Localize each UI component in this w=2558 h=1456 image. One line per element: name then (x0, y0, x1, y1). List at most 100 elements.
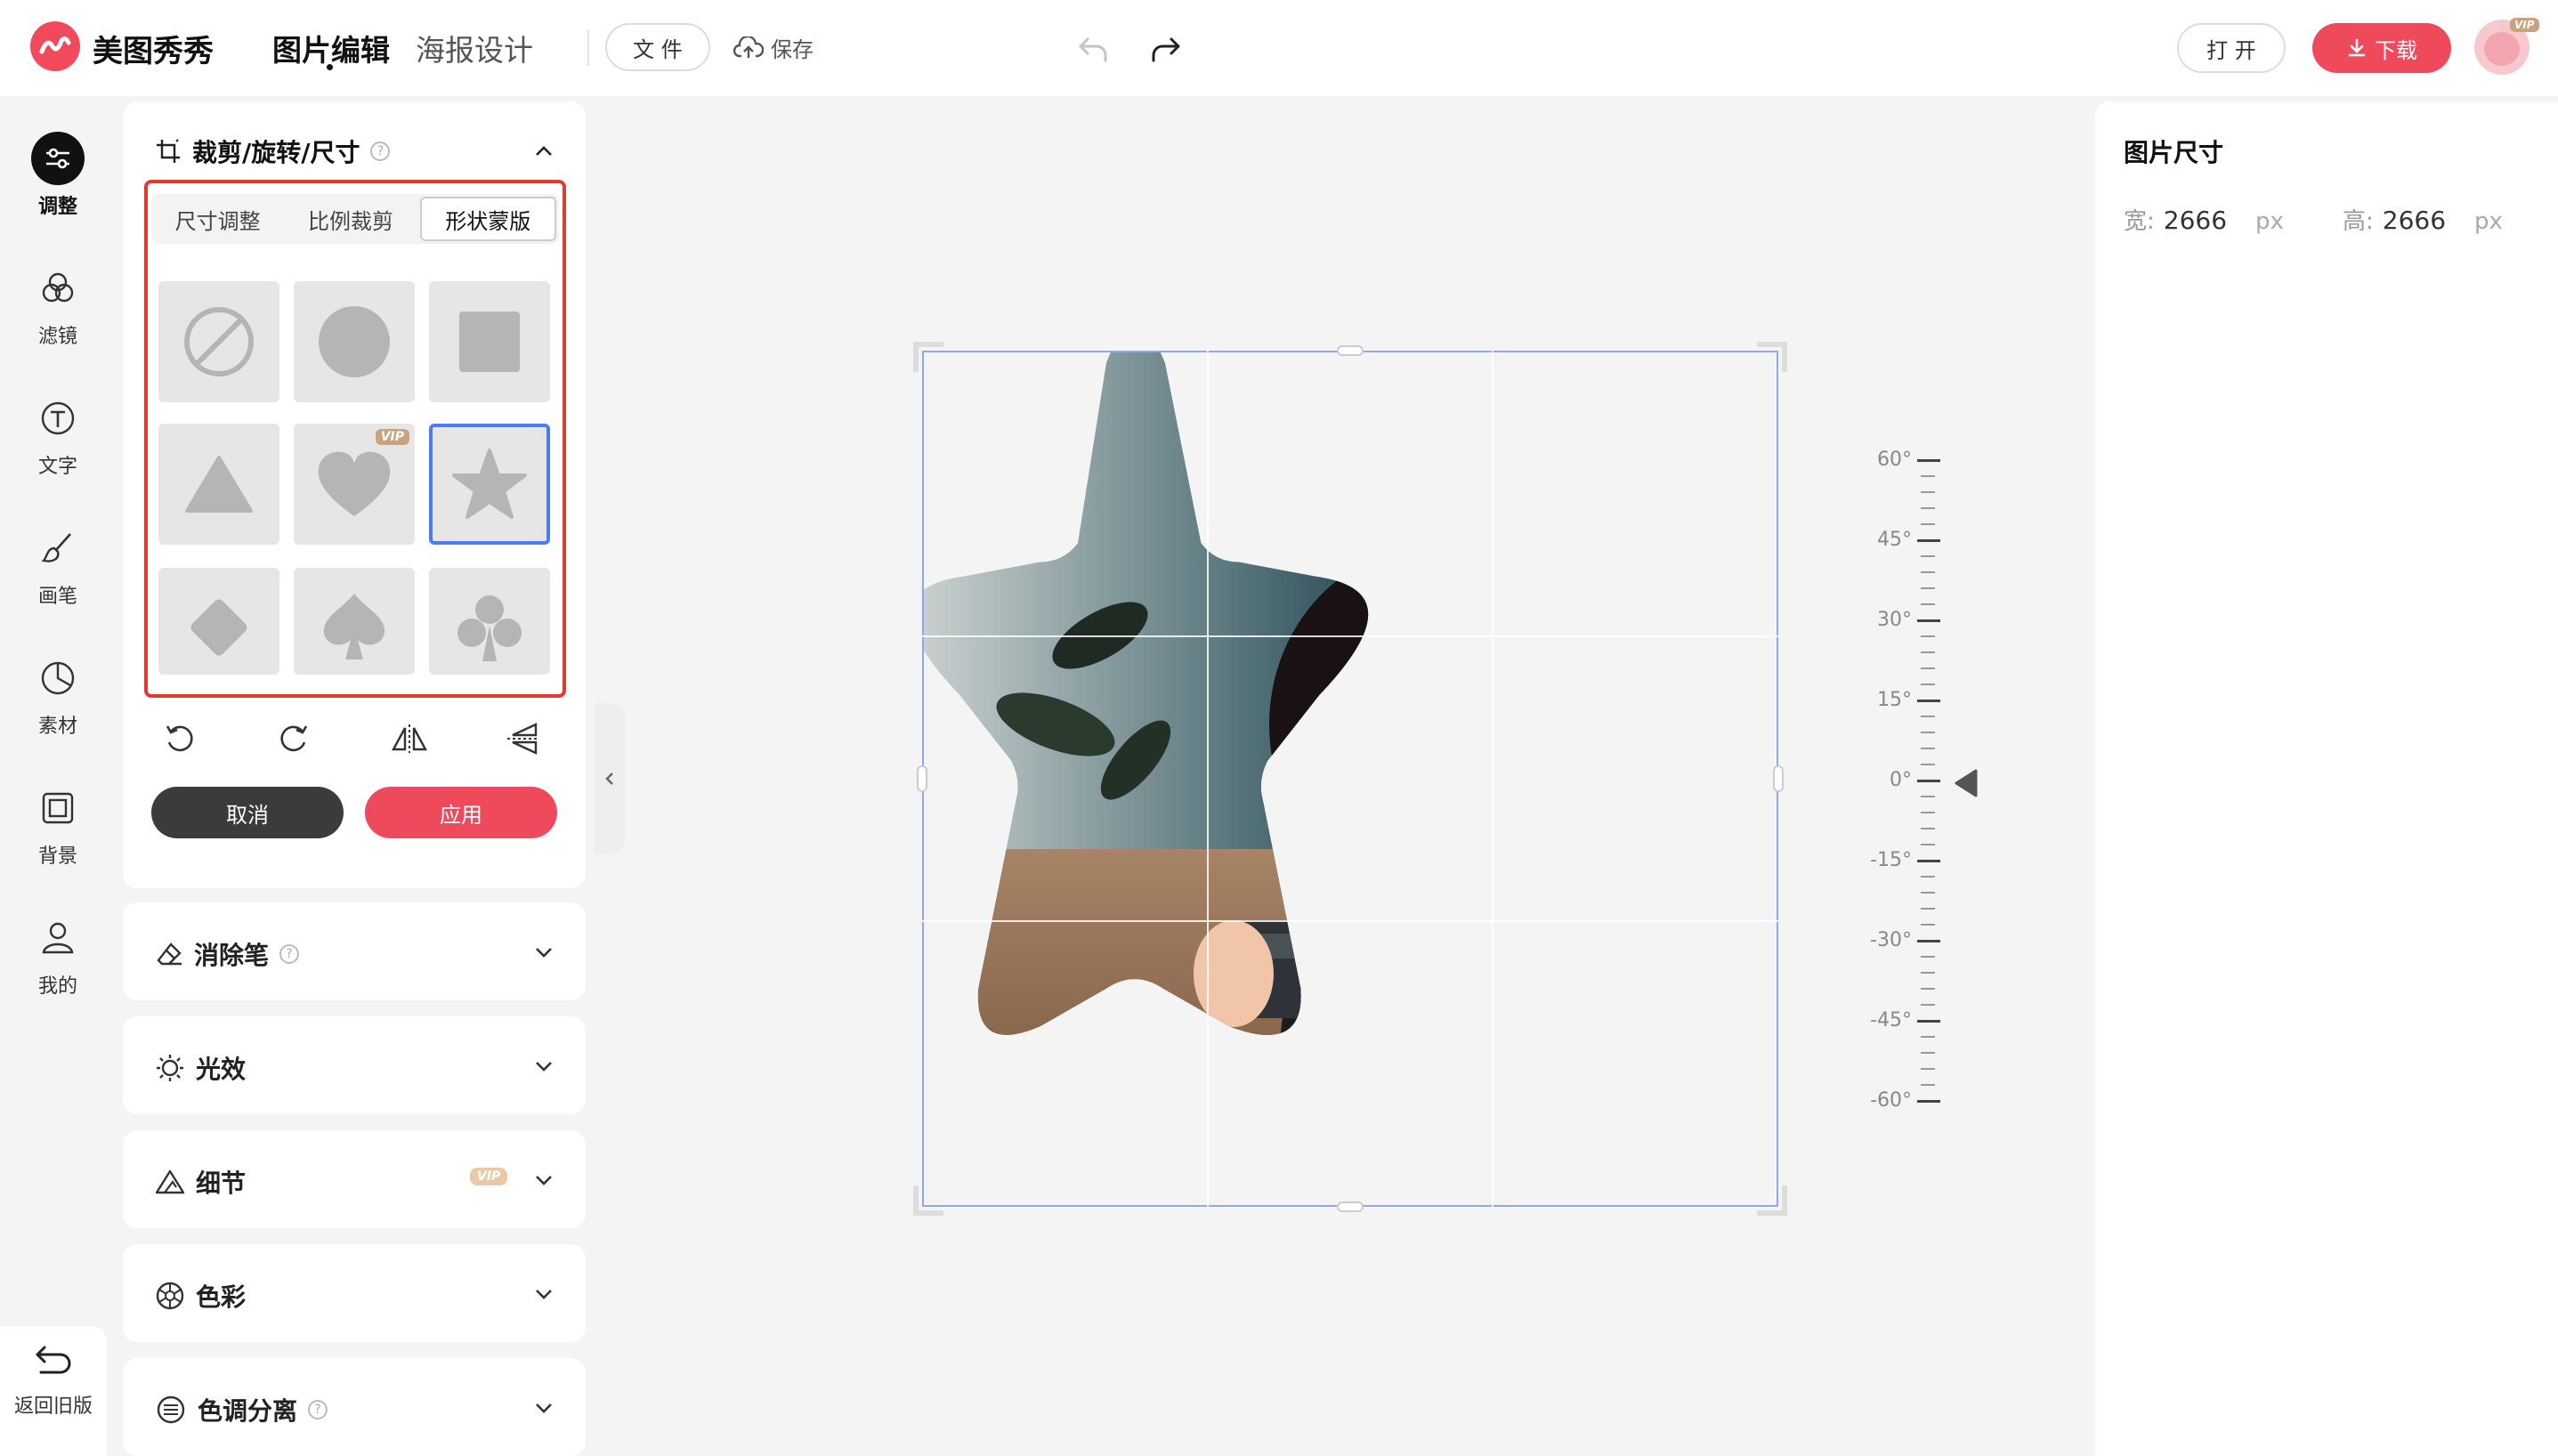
crop-handle-left[interactable] (917, 765, 927, 792)
chevron-up-icon[interactable] (532, 142, 555, 160)
shape-square[interactable] (429, 281, 550, 402)
height-unit: px (2474, 208, 2503, 235)
download-button[interactable]: 下载 (2312, 23, 2451, 73)
file-button[interactable]: 文 件 (605, 23, 710, 71)
rail-label: 素材 (37, 716, 77, 738)
split-tone-icon (157, 1395, 185, 1424)
shape-diamond[interactable] (158, 568, 279, 675)
crop-panel-header[interactable]: 裁剪/旋转/尺寸 ? (155, 133, 391, 169)
logo-icon[interactable] (30, 21, 80, 71)
shape-star[interactable] (429, 424, 550, 545)
chevron-left-icon (605, 772, 613, 785)
diamond-icon (190, 599, 247, 656)
background-icon (31, 781, 85, 835)
accordion-title: 消除笔 (194, 941, 270, 970)
brand-name[interactable]: 美图秀秀 (93, 27, 214, 70)
height-value[interactable]: 2666 (2383, 206, 2446, 235)
rotation-ruler[interactable]: 60° 45° 30° 15° 0° -15° -30° -45° -60° (1853, 445, 1995, 1121)
crop-handle-bottom[interactable] (1337, 1201, 1364, 1212)
shape-none[interactable] (158, 281, 279, 402)
rail-item-adjust[interactable]: 调整 (0, 132, 116, 219)
help-icon[interactable]: ? (308, 1400, 328, 1420)
rail-item-background[interactable]: 背景 (0, 781, 116, 869)
crop-handle-top-right[interactable] (1757, 342, 1787, 372)
rail-item-sticker[interactable]: 素材 (0, 651, 116, 739)
height-field[interactable]: 高: 2666 px (2343, 203, 2503, 236)
sticker-icon (31, 651, 85, 705)
apply-button[interactable]: 应用 (365, 787, 557, 838)
flip-horizontal-icon[interactable] (388, 717, 431, 760)
circle-icon (319, 306, 390, 377)
shape-spade[interactable] (294, 568, 415, 675)
rotate-right-icon[interactable] (272, 717, 315, 760)
redo-icon[interactable] (1148, 30, 1184, 69)
cancel-button[interactable]: 取消 (151, 787, 344, 838)
help-icon[interactable]: ? (279, 944, 300, 964)
back-old-label: 返回旧版 (13, 1395, 93, 1418)
rotate-left-icon[interactable] (158, 717, 201, 760)
width-unit: px (2255, 208, 2284, 235)
rail-item-text[interactable]: 文字 (0, 392, 116, 479)
back-to-old-version-button[interactable]: 返回旧版 (0, 1326, 107, 1456)
crop-tabs: 尺寸调整 比例裁剪 形状蒙版 (151, 194, 559, 244)
accordion-color[interactable]: 色彩 (123, 1244, 586, 1342)
rotation-pointer-icon[interactable] (1953, 768, 1979, 798)
rail-item-filter[interactable]: 滤镜 (0, 262, 116, 349)
crop-handle-top-left[interactable] (913, 342, 943, 372)
open-button[interactable]: 打 开 (2177, 23, 2286, 73)
chevron-down-icon (536, 1062, 552, 1072)
ruler-tick (1917, 940, 1940, 942)
shape-triangle[interactable] (158, 424, 279, 545)
undo-icon[interactable] (1075, 30, 1111, 69)
rail-item-mine[interactable]: 我的 (0, 911, 116, 999)
accordion-split-tone[interactable]: 色调分离 ? (123, 1358, 586, 1456)
image-size-title: 图片尺寸 (2124, 138, 2224, 167)
crop-handle-top[interactable] (1337, 345, 1364, 356)
nav-image-edit[interactable]: 图片编辑 (272, 27, 390, 69)
save-button[interactable]: 保存 (733, 32, 814, 63)
shape-heart[interactable]: VIP (294, 424, 415, 545)
accordion-eraser[interactable]: 消除笔 ? (123, 902, 586, 1000)
collapse-panel-button[interactable] (595, 703, 625, 854)
rail-label: 调整 (37, 196, 77, 218)
ruler-label: 15° (1877, 689, 1912, 711)
nav-poster-design[interactable]: 海报设计 (416, 27, 533, 69)
ruler-label: -30° (1870, 929, 1912, 951)
crop-frame[interactable] (922, 351, 1778, 1207)
help-icon[interactable]: ? (370, 142, 391, 161)
accordion-title: 光效 (196, 1055, 247, 1084)
color-icon (156, 1282, 184, 1310)
accordion-detail[interactable]: 细节 VIP (123, 1130, 586, 1228)
rail-label: 背景 (37, 845, 77, 868)
eraser-icon (157, 942, 182, 966)
shape-circle[interactable] (294, 281, 415, 402)
width-field[interactable]: 宽: 2666 px (2124, 203, 2284, 236)
crop-handle-right[interactable] (1773, 765, 1784, 792)
accordion-light[interactable]: 光效 (123, 1016, 586, 1114)
tab-ratio-crop[interactable]: 比例裁剪 (284, 194, 417, 244)
detail-icon (155, 1169, 185, 1194)
no-shape-icon (184, 307, 254, 376)
spade-icon (323, 594, 385, 659)
cloud-upload-icon (733, 36, 764, 58)
vip-badge: VIP (470, 1168, 508, 1185)
flip-vertical-icon[interactable] (502, 717, 545, 760)
width-value[interactable]: 2666 (2164, 206, 2227, 235)
chevron-down-icon (536, 1290, 552, 1299)
ruler-tick (1917, 860, 1940, 862)
crop-handle-bottom-left[interactable] (913, 1185, 943, 1216)
club-icon (457, 595, 522, 661)
tab-resize[interactable]: 尺寸调整 (151, 194, 284, 244)
ruler-label: -60° (1870, 1089, 1912, 1112)
shape-club[interactable] (429, 568, 550, 675)
tab-shape-mask[interactable]: 形状蒙版 (419, 197, 556, 241)
ruler-tick (1917, 700, 1940, 702)
image-canvas[interactable] (913, 342, 1787, 1216)
filter-icon (31, 262, 85, 315)
accordion-title: 色调分离 (198, 1396, 298, 1426)
crop-handle-bottom-right[interactable] (1757, 1185, 1787, 1216)
properties-panel: 图片尺寸 宽: 2666 px 高: 2666 px (2095, 101, 2558, 1456)
adjust-icon (31, 132, 85, 185)
rail-item-brush[interactable]: 画笔 (0, 522, 116, 609)
chevron-down-icon (536, 948, 552, 958)
